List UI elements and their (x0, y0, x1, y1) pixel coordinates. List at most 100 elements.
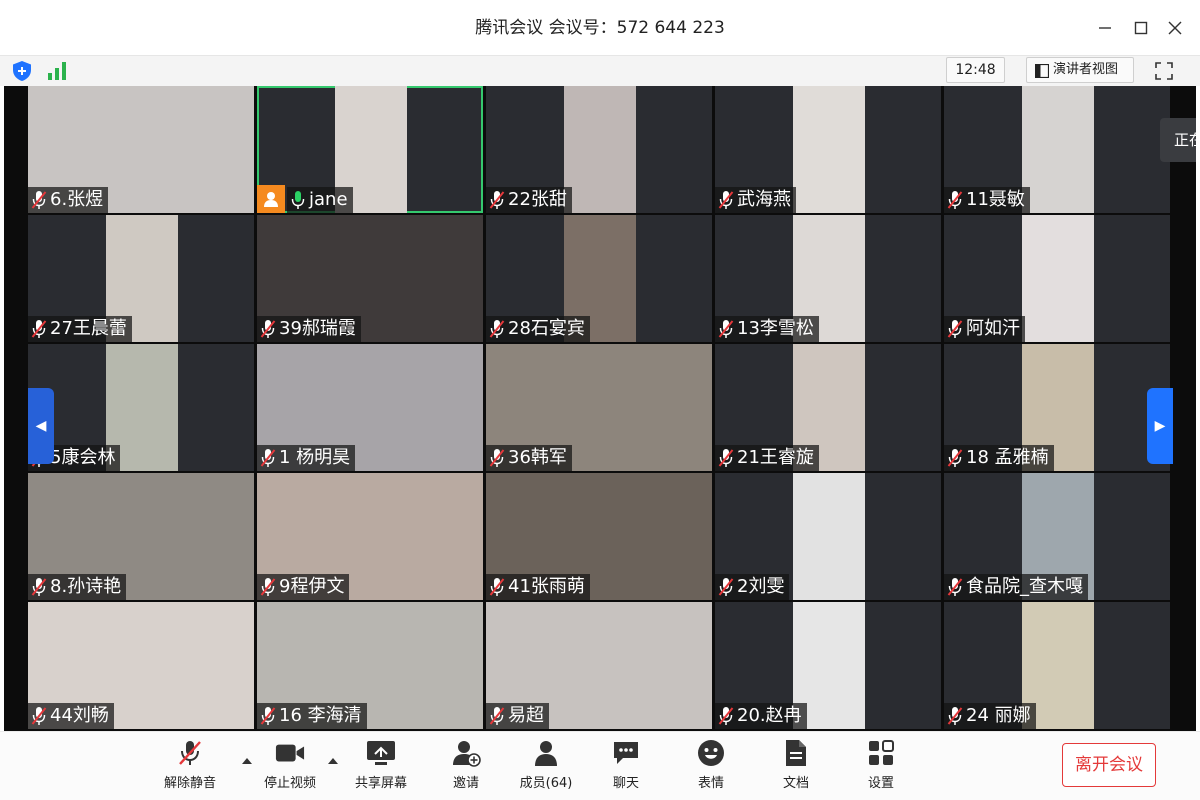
participant-name: 20.赵冉 (737, 705, 802, 726)
participant-name-tag: 36韩军 (486, 445, 572, 471)
participant-tile[interactable]: 28石宴宾 (486, 215, 712, 342)
reactions-button[interactable]: 表情 (671, 738, 751, 796)
members-button[interactable]: 成员(64) (506, 738, 586, 796)
participant-tile[interactable]: 39郝瑞霞 (257, 215, 483, 342)
chat-bubble-icon (611, 738, 641, 768)
video-options-caret-icon[interactable] (326, 752, 340, 764)
mic-muted-icon (489, 448, 508, 468)
signal-icon[interactable] (45, 59, 69, 83)
unmute-button[interactable]: 解除静音 (150, 738, 230, 796)
mic-muted-icon (260, 706, 279, 726)
participant-tile[interactable]: 27王晨蕾 (28, 215, 254, 342)
mic-muted-icon (718, 448, 737, 468)
document-icon (781, 738, 811, 768)
participant-tile[interactable]: 阿如汗 (944, 215, 1170, 342)
leave-meeting-button[interactable]: 离开会议 (1062, 743, 1156, 787)
video-camera-icon (275, 738, 305, 768)
participant-name-tag: 21王睿旋 (715, 445, 819, 471)
participant-tile[interactable]: 易超 (486, 602, 712, 729)
participant-tile[interactable]: 36韩军 (486, 344, 712, 471)
mic-muted-icon (31, 577, 50, 597)
participant-name-tag: 44刘畅 (28, 703, 114, 729)
participant-tile[interactable]: 武海燕 (715, 86, 941, 213)
docs-button[interactable]: 文档 (756, 738, 836, 796)
participant-name: jane (309, 189, 348, 210)
stop-video-label: 停止视频 (263, 776, 316, 791)
participant-name-tag: 6.张煜 (28, 187, 109, 213)
mic-muted-icon (31, 319, 50, 339)
settings-button[interactable]: 设置 (841, 738, 921, 796)
participant-name-tag: 22张甜 (486, 187, 572, 213)
mic-muted-icon (31, 706, 50, 726)
info-bar: 12:48 演讲者视图 (0, 56, 1200, 86)
participant-tile[interactable]: 5康会林 (28, 344, 254, 471)
participant-tile[interactable]: 2刘雯 (715, 473, 941, 600)
mic-muted-icon (947, 319, 966, 339)
participant-tile[interactable]: 1 杨明昊 (257, 344, 483, 471)
shield-icon[interactable] (10, 59, 34, 83)
participant-tile[interactable]: 22张甜 (486, 86, 712, 213)
mic-muted-icon (947, 706, 966, 726)
reactions-label: 表情 (697, 776, 724, 791)
participant-name: 2刘雯 (737, 576, 785, 597)
invite-button[interactable]: 邀请 (426, 738, 506, 796)
participant-name-tag: 食品院_查木嘎 (944, 574, 1088, 600)
participant-name: 易超 (508, 705, 544, 726)
participant-tile[interactable]: 41张雨萌 (486, 473, 712, 600)
participant-tile[interactable]: 6.张煜 (28, 86, 254, 213)
person-icon (531, 738, 561, 768)
share-screen-label: 共享屏幕 (354, 776, 407, 791)
prev-page-button[interactable]: ◀ (28, 388, 54, 464)
mic-muted-icon (718, 577, 737, 597)
minimize-icon[interactable] (1093, 16, 1117, 40)
participant-name-tag: 28石宴宾 (486, 316, 590, 342)
invite-label: 邀请 (452, 776, 479, 791)
participant-tile[interactable]: jane (257, 86, 483, 213)
chat-button[interactable]: 聊天 (586, 738, 666, 796)
participant-tile[interactable]: 食品院_查木嘎 (944, 473, 1170, 600)
speaking-indicator[interactable]: 正在 (1160, 118, 1196, 162)
mic-muted-icon (947, 577, 966, 597)
participant-name: 食品院_查木嘎 (966, 576, 1083, 597)
participant-name-tag: 27王晨蕾 (28, 316, 132, 342)
chat-label: 聊天 (612, 776, 639, 791)
participant-tile[interactable]: 13李雪松 (715, 215, 941, 342)
participant-name-tag: 8.孙诗艳 (28, 574, 127, 600)
fullscreen-icon[interactable] (1152, 59, 1176, 83)
host-badge-icon (257, 185, 285, 213)
participant-tile[interactable]: 16 李海清 (257, 602, 483, 729)
title-bar: 腾讯会议 会议号：572 644 223 (0, 0, 1200, 56)
participant-name-tag: 39郝瑞霞 (257, 316, 361, 342)
chevron-right-icon: ▶ (1154, 418, 1166, 434)
video-feed (793, 86, 865, 213)
settings-label: 设置 (867, 776, 894, 791)
participant-tile[interactable]: 44刘畅 (28, 602, 254, 729)
participant-tile[interactable]: 18 孟雅楠 (944, 344, 1170, 471)
next-page-button[interactable]: ▶ (1147, 388, 1173, 464)
speaker-view-button[interactable]: 演讲者视图 (1026, 57, 1134, 83)
maximize-icon[interactable] (1129, 16, 1153, 40)
video-feed (1022, 86, 1094, 213)
participant-tile[interactable]: 8.孙诗艳 (28, 473, 254, 600)
mic-muted-icon (489, 190, 508, 210)
participant-name: 9程伊文 (279, 576, 345, 597)
participant-name: 22张甜 (508, 189, 567, 210)
speaker-view-label: 演讲者视图 (1053, 62, 1119, 77)
participant-name: 41张雨萌 (508, 576, 585, 597)
participant-name-tag: 9程伊文 (257, 574, 350, 600)
participant-tile[interactable]: 20.赵冉 (715, 602, 941, 729)
participant-name: 39郝瑞霞 (279, 318, 356, 339)
participant-name-tag: 13李雪松 (715, 316, 819, 342)
chevron-left-icon: ◀ (35, 418, 47, 434)
share-screen-button[interactable]: 共享屏幕 (341, 738, 421, 796)
stop-video-button[interactable]: 停止视频 (250, 738, 330, 796)
participant-name-tag: 武海燕 (715, 187, 796, 213)
participant-tile[interactable]: 21王睿旋 (715, 344, 941, 471)
mic-muted-icon (31, 190, 50, 210)
participant-tile[interactable]: 9程伊文 (257, 473, 483, 600)
participant-tile[interactable]: 11聂敏 (944, 86, 1170, 213)
close-icon[interactable] (1163, 16, 1187, 40)
participant-name-tag: 11聂敏 (944, 187, 1030, 213)
participant-name: 武海燕 (737, 189, 791, 210)
participant-tile[interactable]: 24 丽娜 (944, 602, 1170, 729)
